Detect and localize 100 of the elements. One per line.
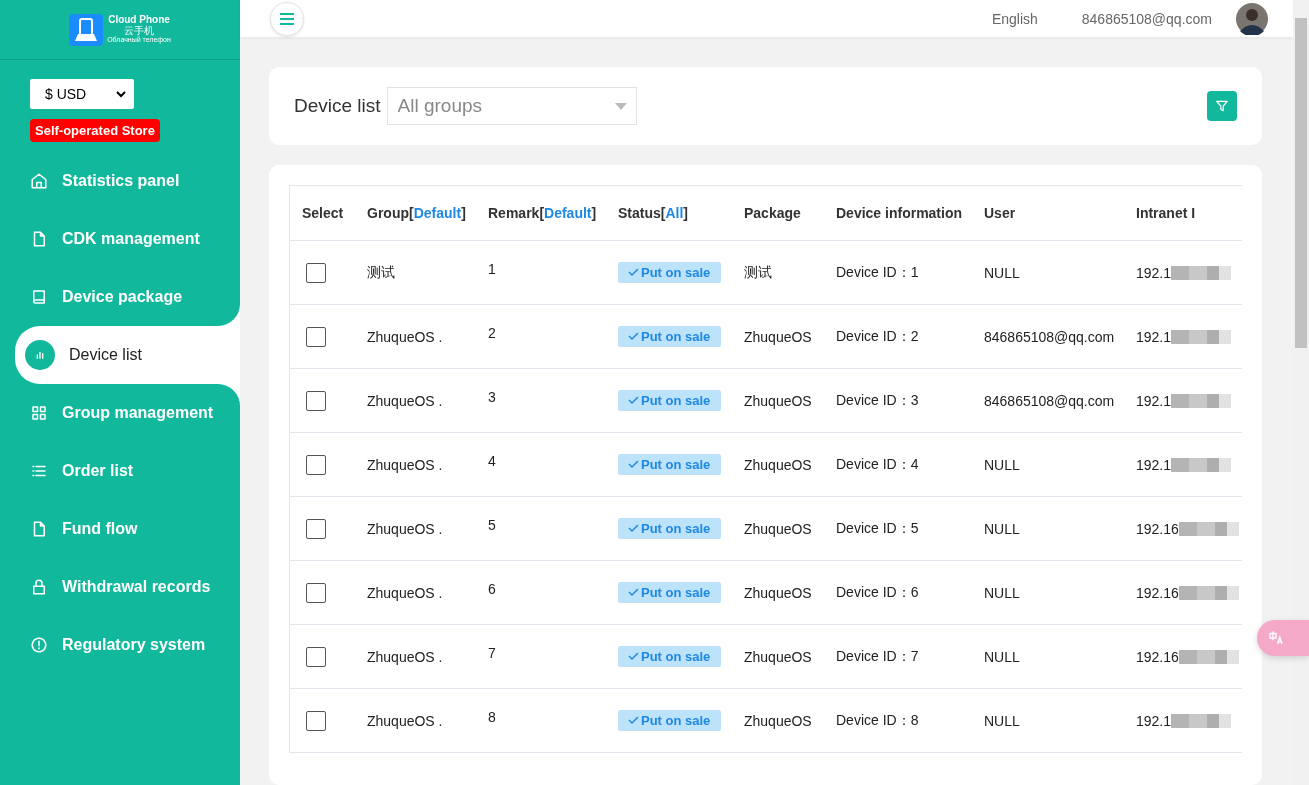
- redaction-mark: [1178, 521, 1239, 536]
- table-cell: ZhuqueOS: [744, 456, 812, 473]
- table-cell: 4: [488, 453, 496, 469]
- redaction-mark: [1171, 713, 1232, 728]
- table-cell: 测试: [744, 263, 772, 282]
- status-tag: Put on sale: [618, 262, 722, 283]
- translate-icon: [1267, 629, 1285, 647]
- table-cell: Device ID：6: [836, 583, 919, 602]
- sidebar-item[interactable]: Device list: [15, 326, 240, 384]
- table-cell: 8: [488, 709, 496, 725]
- table-cell: Device ID：4: [836, 455, 919, 474]
- check-icon: [628, 716, 639, 725]
- group-select[interactable]: All groups: [386, 87, 637, 125]
- account-email: 846865108@qq.com: [1081, 10, 1212, 27]
- table-cell: ZhuqueOS .: [367, 328, 443, 345]
- redaction-mark: [1171, 265, 1232, 280]
- store-badge: Self-operated Store: [30, 119, 160, 142]
- table-cell: 1: [488, 261, 496, 277]
- language-link[interactable]: English: [991, 10, 1038, 27]
- status-tag: Put on sale: [618, 582, 722, 603]
- status-tag: Put on sale: [618, 390, 722, 411]
- row-checkbox[interactable]: [306, 390, 326, 411]
- redaction-mark: [1171, 329, 1232, 344]
- column-header: Select: [301, 204, 345, 223]
- column-header: Remark[Default]: [487, 204, 598, 223]
- caret-icon: [614, 103, 627, 110]
- table-cell: Device ID：7: [836, 647, 919, 666]
- row-checkbox[interactable]: [306, 454, 326, 475]
- table-cell: 192.16: [1136, 648, 1179, 665]
- row-checkbox[interactable]: [306, 262, 326, 283]
- redaction-mark: [1178, 585, 1239, 600]
- table-cell: ZhuqueOS .: [367, 648, 443, 665]
- table-cell: 192.1: [1136, 392, 1172, 409]
- table-cell: NULL: [984, 712, 1020, 729]
- logo-title: Cloud Phone: [108, 15, 170, 26]
- column-header: User: [983, 204, 1017, 223]
- row-checkbox[interactable]: [306, 646, 326, 667]
- redaction-mark: [1178, 649, 1239, 664]
- table-cell: ZhuqueOS .: [367, 520, 443, 537]
- column-header: Intranet I: [1135, 204, 1197, 223]
- table-cell: 2: [488, 325, 496, 341]
- table-cell: NULL: [984, 520, 1020, 537]
- table-cell: Device ID：1: [836, 263, 919, 282]
- table-cell: ZhuqueOS: [744, 520, 812, 537]
- table-cell: ZhuqueOS .: [367, 584, 443, 601]
- column-header: Package: [743, 204, 802, 223]
- status-tag: Put on sale: [618, 518, 722, 539]
- table-cell: 846865108@qq.com: [984, 392, 1115, 409]
- table-cell: 7: [488, 645, 496, 661]
- table-cell: 192.16: [1136, 584, 1179, 601]
- phone-logo-icon: [69, 13, 104, 46]
- table-cell: ZhuqueOS: [744, 584, 812, 601]
- column-header: Device information: [835, 204, 964, 223]
- check-icon: [628, 396, 639, 405]
- table-cell: 192.1: [1136, 456, 1172, 473]
- filter-icon: [1215, 99, 1229, 113]
- table-cell: ZhuqueOS .: [367, 712, 443, 729]
- table-cell: NULL: [984, 264, 1020, 281]
- status-tag: Put on sale: [618, 454, 722, 475]
- table-cell: 192.1: [1136, 328, 1172, 345]
- table-cell: NULL: [984, 648, 1020, 665]
- status-tag: Put on sale: [618, 326, 722, 347]
- table-cell: ZhuqueOS: [744, 712, 812, 729]
- sidebar-item[interactable]: Group management: [0, 384, 240, 442]
- table-cell: 测试: [367, 263, 395, 282]
- table-cell: Device ID：8: [836, 711, 919, 730]
- logo-subtitle: 云手机: [124, 25, 154, 37]
- row-checkbox[interactable]: [306, 710, 326, 731]
- check-icon: [628, 460, 639, 469]
- table-cell: Device ID：2: [836, 327, 919, 346]
- check-icon: [628, 588, 639, 597]
- menu-icon: [279, 11, 295, 26]
- bar-chart-icon: [25, 340, 55, 370]
- redaction-mark: [1171, 393, 1232, 408]
- column-header: Group[Default]: [366, 204, 467, 223]
- row-checkbox[interactable]: [306, 326, 326, 347]
- avatar-icon[interactable]: [1236, 2, 1268, 35]
- row-checkbox[interactable]: [306, 582, 326, 603]
- alert-icon: [30, 636, 48, 654]
- lock-icon: [30, 578, 48, 596]
- table-cell: 192.1: [1136, 264, 1172, 281]
- table-cell: ZhuqueOS: [744, 328, 812, 345]
- check-icon: [628, 652, 639, 661]
- table-cell: Device ID：3: [836, 391, 919, 410]
- row-checkbox[interactable]: [306, 518, 326, 539]
- chevron-down-icon: [116, 90, 126, 98]
- sidebar-item[interactable]: Device package: [0, 268, 240, 326]
- redaction-mark: [1171, 457, 1232, 472]
- status-tag: Put on sale: [618, 710, 722, 731]
- book-icon: [30, 288, 48, 306]
- currency-select[interactable]: $ USD: [30, 79, 134, 109]
- table-cell: 6: [488, 581, 496, 597]
- table-cell: 846865108@qq.com: [984, 328, 1115, 345]
- table-cell: ZhuqueOS .: [367, 456, 443, 473]
- table-cell: ZhuqueOS .: [367, 392, 443, 409]
- column-header: Status[All]: [617, 204, 690, 223]
- home-icon: [30, 172, 48, 190]
- status-tag: Put on sale: [618, 646, 722, 667]
- check-icon: [628, 268, 639, 277]
- grid-icon: [30, 404, 48, 422]
